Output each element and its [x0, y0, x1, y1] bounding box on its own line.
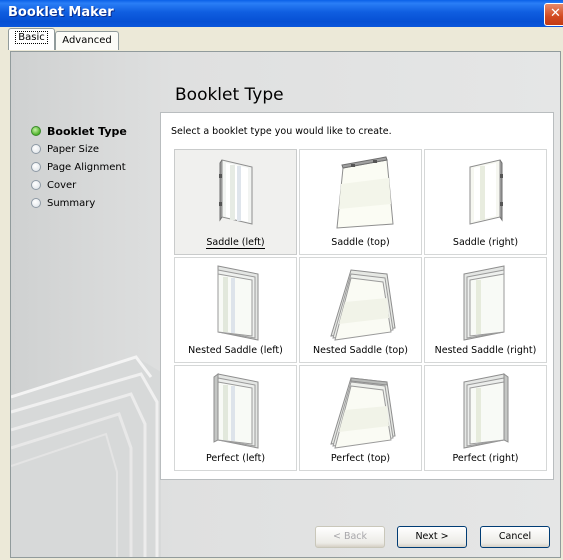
- steps-list: Booklet Type Paper Size Page Alignment C…: [31, 122, 127, 212]
- step-indicator-icon: [31, 180, 41, 190]
- step-label: Booklet Type: [47, 124, 127, 138]
- next-button[interactable]: Next >: [397, 526, 467, 548]
- step-cover[interactable]: Cover: [31, 176, 127, 194]
- perfect-left-icon: [213, 373, 259, 449]
- instruction-text: Select a booklet type you would like to …: [171, 126, 392, 137]
- option-label: Perfect (right): [452, 453, 519, 464]
- saddle-right-icon: [469, 159, 503, 225]
- title-bar: Booklet Maker ✕: [0, 0, 563, 27]
- cancel-button[interactable]: Cancel: [480, 526, 550, 548]
- nested-saddle-left-icon: [217, 265, 259, 341]
- option-nested-saddle-left[interactable]: Nested Saddle (left): [174, 257, 297, 363]
- page-title: Booklet Type: [175, 85, 284, 105]
- option-perfect-right[interactable]: Perfect (right): [424, 365, 547, 471]
- step-booklet-type[interactable]: Booklet Type: [31, 122, 127, 140]
- step-active-indicator-icon: [31, 126, 41, 136]
- step-indicator-icon: [31, 162, 41, 172]
- booklet-type-grid: Saddle (left) Saddle (top) Saddle (right…: [174, 149, 547, 471]
- step-paper-size[interactable]: Paper Size: [31, 140, 127, 158]
- tab-bar: Basic Advanced: [0, 27, 563, 51]
- close-button[interactable]: ✕: [544, 3, 563, 26]
- tab-basic-label: Basic: [15, 31, 48, 44]
- decorative-pages-graphic: [11, 355, 161, 557]
- step-summary[interactable]: Summary: [31, 194, 127, 212]
- option-perfect-top[interactable]: Perfect (top): [299, 365, 422, 471]
- option-nested-saddle-top[interactable]: Nested Saddle (top): [299, 257, 422, 363]
- back-button[interactable]: < Back: [315, 526, 385, 548]
- option-label: Perfect (top): [330, 453, 391, 464]
- option-perfect-left[interactable]: Perfect (left): [174, 365, 297, 471]
- step-label: Page Alignment: [47, 161, 126, 173]
- step-label: Summary: [47, 197, 96, 209]
- booklet-type-panel: Select a booklet type you would like to …: [160, 112, 554, 480]
- step-page-alignment[interactable]: Page Alignment: [31, 158, 127, 176]
- nested-saddle-right-icon: [463, 265, 505, 341]
- nested-saddle-top-icon: [330, 269, 396, 341]
- option-saddle-right[interactable]: Saddle (right): [424, 149, 547, 255]
- option-label: Nested Saddle (right): [434, 345, 537, 356]
- saddle-left-icon: [219, 159, 253, 225]
- wizard-panel: Booklet Type Paper Size Page Alignment C…: [10, 51, 561, 558]
- step-indicator-icon: [31, 198, 41, 208]
- option-nested-saddle-right[interactable]: Nested Saddle (right): [424, 257, 547, 363]
- tab-advanced-label: Advanced: [62, 35, 112, 46]
- tab-basic[interactable]: Basic: [8, 28, 55, 50]
- step-label: Paper Size: [47, 143, 100, 155]
- option-label: Nested Saddle (top): [313, 345, 408, 356]
- option-saddle-left[interactable]: Saddle (left): [174, 149, 297, 255]
- saddle-top-icon: [336, 156, 394, 229]
- option-label: Saddle (top): [331, 237, 390, 248]
- step-indicator-icon: [31, 144, 41, 154]
- option-label: Nested Saddle (left): [188, 345, 283, 356]
- option-label: Perfect (left): [205, 453, 266, 464]
- option-label: Saddle (left): [206, 237, 265, 249]
- option-label: Saddle (right): [452, 237, 519, 248]
- perfect-top-icon: [330, 377, 396, 449]
- window-title: Booklet Maker: [8, 5, 114, 20]
- perfect-right-icon: [463, 373, 509, 449]
- option-saddle-top[interactable]: Saddle (top): [299, 149, 422, 255]
- tab-advanced[interactable]: Advanced: [55, 31, 119, 50]
- step-label: Cover: [47, 179, 77, 191]
